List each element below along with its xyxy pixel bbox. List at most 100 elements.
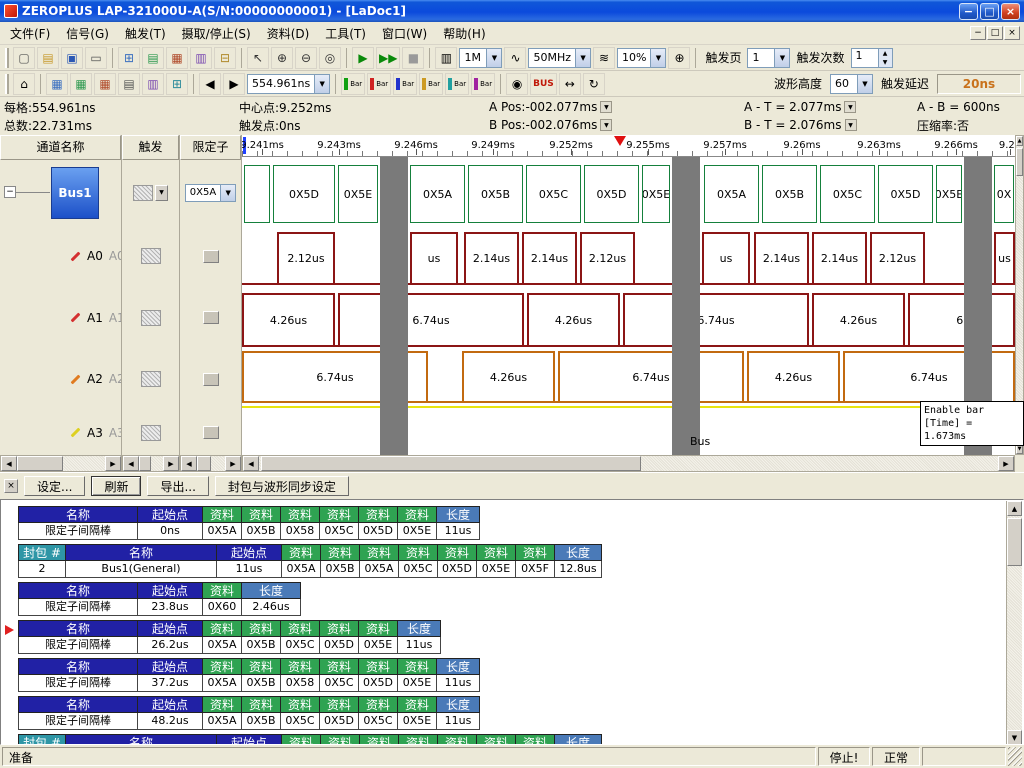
menu-item[interactable]: 资料(D) xyxy=(259,22,318,45)
a2-bar-icon[interactable]: Bar xyxy=(367,73,391,95)
qualifier-cell[interactable] xyxy=(203,311,219,324)
scroll-left-button[interactable]: ◀ xyxy=(243,456,259,471)
zoom-out-icon[interactable]: ⊖ xyxy=(295,47,317,69)
scroll-left-button[interactable]: ◀ xyxy=(123,456,139,471)
packet-panel-button[interactable]: 刷新 xyxy=(91,476,141,496)
save-file-icon[interactable]: ▣ xyxy=(61,47,83,69)
open-file-icon[interactable]: ▤ xyxy=(37,47,59,69)
qualifier-cell[interactable] xyxy=(203,426,219,439)
minimize-button[interactable]: − xyxy=(959,3,978,20)
scroll-left-button[interactable]: ◀ xyxy=(1,456,17,471)
hscroll-track[interactable] xyxy=(17,456,105,471)
resize-grip[interactable] xyxy=(1008,747,1022,766)
trigger-cell[interactable] xyxy=(141,248,161,264)
packet-group[interactable]: 名称起始点资料资料资料资料资料长度 限定子间隔棒26.2us0X5A0X5B0X… xyxy=(19,620,1023,654)
trigger-column-hscroll[interactable]: ◀ ▶ xyxy=(122,455,180,472)
chevron-down-icon[interactable]: ▼ xyxy=(845,119,857,131)
spinner-buttons[interactable]: ▲ ▼ xyxy=(878,49,892,67)
close-panel-button[interactable]: × xyxy=(4,479,18,493)
menu-item[interactable]: 工具(T) xyxy=(317,22,374,45)
scroll-right-button[interactable]: ▶ xyxy=(163,456,179,471)
memory-depth-icon[interactable]: ▥ xyxy=(435,47,457,69)
close-button[interactable]: × xyxy=(1001,3,1020,20)
scale-prev-icon[interactable]: ◀ xyxy=(199,73,221,95)
bus-trigger-cell[interactable]: ▼ xyxy=(122,160,179,225)
waveform-display-icon[interactable]: ⊞ xyxy=(118,47,140,69)
sync-icon[interactable]: ↔ xyxy=(559,73,581,95)
print-icon[interactable]: ▭ xyxy=(85,47,107,69)
menu-item[interactable]: 帮助(H) xyxy=(435,22,493,45)
pointer-tool-icon[interactable]: ↖ xyxy=(247,47,269,69)
chevron-down-icon[interactable]: ▼ xyxy=(486,49,501,67)
qualifier-cell[interactable] xyxy=(203,373,219,386)
child-restore-button[interactable]: □ xyxy=(987,26,1003,40)
bus1-channel-row[interactable]: − Bus1 xyxy=(0,160,121,225)
chevron-down-icon[interactable]: ▼ xyxy=(600,101,612,113)
menu-item[interactable]: 文件(F) xyxy=(2,22,58,45)
trigger-header[interactable]: 触发 xyxy=(122,135,179,160)
packet-group[interactable]: 名称起始点资料长度 限定子间隔棒23.8us0X602.46us xyxy=(19,582,1023,616)
vscroll-track[interactable] xyxy=(1016,146,1023,444)
display-ratio-icon[interactable]: ≋ xyxy=(593,47,615,69)
scroll-right-button[interactable]: ▶ xyxy=(225,456,241,471)
memory-depth-combo[interactable]: 1M ▼ xyxy=(459,48,502,68)
channel-row[interactable]: A0 A0 xyxy=(0,225,121,287)
scale-combo[interactable]: 554.961ns ▼ xyxy=(247,74,330,94)
menu-item[interactable]: 摄取/停止(S) xyxy=(174,22,259,45)
settings-grid-icon[interactable]: ⊞ xyxy=(166,73,188,95)
toolbar-grip[interactable] xyxy=(5,74,9,94)
channel-panel-hscroll[interactable]: ◀ ▶ xyxy=(0,455,122,472)
memory-analyzer-icon[interactable]: ▥ xyxy=(190,47,212,69)
packet-group[interactable]: 封包 #名称起始点资料资料资料资料资料资料资料长度 2Bus1(General)… xyxy=(19,544,1023,578)
hscroll-thumb[interactable] xyxy=(139,456,151,471)
trigger-marker-icon[interactable] xyxy=(614,136,626,146)
packet-panel-button[interactable]: 导出... xyxy=(147,476,208,496)
child-minimize-button[interactable]: − xyxy=(970,26,986,40)
packet-list[interactable]: 名称起始点资料资料资料资料资料资料长度 限定子间隔棒0ns0X5A0X5B0X5… xyxy=(0,499,1024,745)
stop-icon[interactable]: ■ xyxy=(402,47,424,69)
bus-qualifier-cell[interactable]: 0X5A ▼ xyxy=(180,160,241,225)
single-run-icon[interactable]: ▶ xyxy=(352,47,374,69)
packet-group[interactable]: 名称起始点资料资料资料资料资料资料长度 限定子间隔棒48.2us0X5A0X5B… xyxy=(19,696,1023,730)
t-bar-icon[interactable]: Bar xyxy=(445,73,469,95)
compression-icon[interactable]: ⊟ xyxy=(214,47,236,69)
vscroll-thumb[interactable] xyxy=(1007,518,1022,566)
hscroll-track[interactable] xyxy=(259,456,998,471)
hscroll-track[interactable] xyxy=(139,456,163,471)
qualifier-header[interactable]: 限定子 xyxy=(180,135,241,160)
hscroll-thumb[interactable] xyxy=(17,456,63,471)
packet-group[interactable]: 名称起始点资料资料资料资料资料资料长度 限定子间隔棒0ns0X5A0X5B0X5… xyxy=(19,506,1023,540)
wave-height-combo[interactable]: 60 ▼ xyxy=(830,74,873,94)
scroll-up-button[interactable]: ▲ xyxy=(1007,501,1022,516)
scroll-left-button[interactable]: ◀ xyxy=(181,456,197,471)
ds-bar-icon[interactable]: Bar xyxy=(471,73,495,95)
data-list-icon[interactable]: ▤ xyxy=(118,73,140,95)
home-icon[interactable]: ⌂ xyxy=(13,73,35,95)
scroll-down-button[interactable]: ▼ xyxy=(1007,730,1022,745)
zoom-tool-icon[interactable]: ⊕ xyxy=(668,47,690,69)
trigger-state-icon[interactable] xyxy=(133,185,153,201)
b2-bar-icon[interactable]: Bar xyxy=(419,73,443,95)
chevron-down-icon[interactable]: ▼ xyxy=(600,119,612,131)
scale-next-icon[interactable]: ▶ xyxy=(223,73,245,95)
timeline-ruler[interactable]: 9.241ms9.243ms9.246ms9.249ms9.252ms9.255… xyxy=(242,135,1015,157)
refresh-icon[interactable]: ↻ xyxy=(583,73,605,95)
hscroll-thumb[interactable] xyxy=(261,456,641,471)
chevron-down-icon[interactable]: ▼ xyxy=(155,185,168,201)
toolbar-grip[interactable] xyxy=(5,48,9,68)
packet-group[interactable]: 名称起始点资料资料资料资料资料资料长度 限定子间隔棒37.2us0X5A0X5B… xyxy=(19,658,1023,692)
vscroll-track[interactable] xyxy=(1007,516,1022,730)
b1-bar-icon[interactable]: Bar xyxy=(393,73,417,95)
listing-display-icon[interactable]: ▤ xyxy=(142,47,164,69)
chevron-down-icon[interactable]: ▼ xyxy=(314,75,329,93)
bus-button[interactable]: BUS xyxy=(530,73,557,95)
trigger-cell[interactable] xyxy=(141,425,161,441)
hscroll-thumb[interactable] xyxy=(197,456,211,471)
vscroll-thumb[interactable] xyxy=(1016,148,1023,176)
qualifier-cell[interactable] xyxy=(203,250,219,263)
qualifier-combo[interactable]: 0X5A ▼ xyxy=(185,184,236,202)
child-close-button[interactable]: × xyxy=(1004,26,1020,40)
scroll-right-button[interactable]: ▶ xyxy=(998,456,1014,471)
scroll-right-button[interactable]: ▶ xyxy=(105,456,121,471)
trigger-cell[interactable] xyxy=(141,371,161,387)
